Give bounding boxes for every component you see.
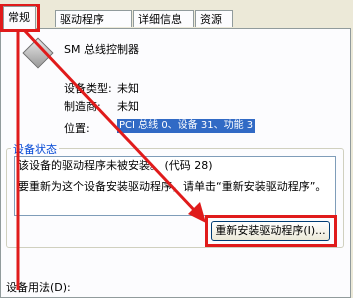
tab-general[interactable]: 常规 [3,6,36,29]
arrow-line-diagonal [22,28,198,214]
annotation-arrows [16,28,206,290]
